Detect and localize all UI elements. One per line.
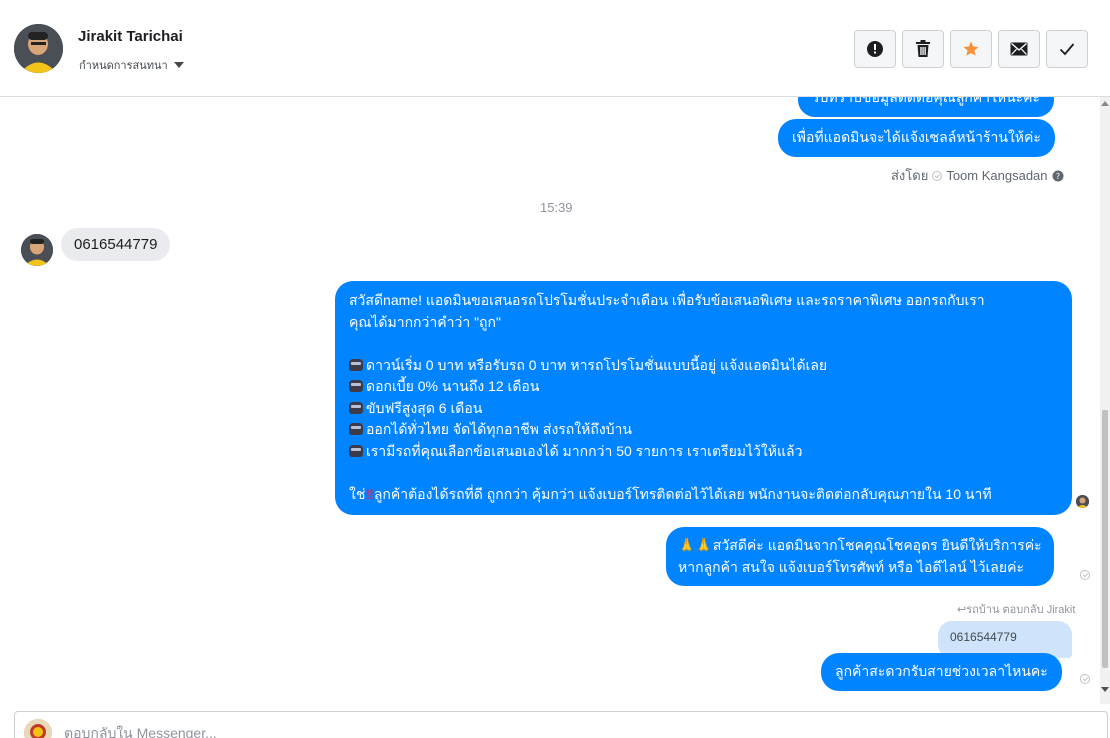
car-icon	[349, 380, 363, 392]
trash-icon	[916, 40, 930, 57]
assign-label: กำหนดการสนทนา	[79, 60, 168, 72]
promo-bullet: ดอกเบี้ย 0% นานถึง 12 เดือน	[349, 376, 1058, 398]
quoted-text: 0616544779	[950, 630, 1017, 644]
outgoing-promo-message[interactable]: สวัสดีname! แอดมินขอเสนอรถโปรโมชั่นประจำ…	[335, 281, 1072, 515]
scroll-up-arrow-icon[interactable]	[1101, 101, 1109, 106]
envelope-icon	[1010, 42, 1028, 56]
conversation-header: Jirakit Tarichai กำหนดการสนทนา	[0, 0, 1110, 97]
check-icon	[1059, 43, 1075, 56]
message-text: ลูกค้าสะดวกรับสายช่วงเวลาไหนคะ	[835, 663, 1048, 679]
mark-unread-button[interactable]	[998, 30, 1040, 68]
greeting-line: 🙏🙏สวัสดีค่ะ แอดมินจากโชคคุณโชคอุดร ยินดี…	[678, 537, 1042, 553]
incoming-message[interactable]: 0616544779	[61, 228, 171, 261]
page-avatar	[24, 719, 52, 738]
delete-button[interactable]	[902, 30, 944, 68]
timestamp: 15:39	[540, 200, 573, 215]
contact-avatar[interactable]	[14, 24, 63, 73]
car-icon	[349, 358, 363, 371]
reply-meta: ↩รถบ้าน ตอบกลับ Jirakit	[957, 604, 1076, 616]
promo-intro-line: คุณได้มากกว่าคำว่า "ถูก"	[349, 313, 501, 330]
mark-spam-button[interactable]	[854, 30, 896, 68]
seen-avatar	[1076, 495, 1089, 508]
contact-avatar-small	[21, 234, 53, 266]
promo-bullet: ขับฟรีสูงสุด 6 เดือน	[349, 398, 1058, 420]
conversation-toolbar	[854, 30, 1088, 68]
reply-input[interactable]	[64, 725, 964, 738]
greeting-line: หากลูกค้า สนใจ แจ้งเบอร์โทรศัพท์ หรือ ไอ…	[678, 558, 1024, 575]
assign-conversation-dropdown[interactable]: กำหนดการสนทนา	[79, 56, 184, 74]
promo-bullet: เรามีรถที่คุณเลือกข้อเสนอเองได้ มากกว่า …	[349, 441, 1058, 463]
sender-name: Toom Kangsadan	[946, 168, 1048, 183]
message-thread[interactable]: รับทราบข้อมูลติดต่อคุณลูกค้าให้นะคะ เพื่…	[0, 97, 1100, 704]
outgoing-message[interactable]: ลูกค้าสะดวกรับสายช่วงเวลาไหนคะ	[821, 653, 1062, 691]
mark-done-button[interactable]	[1046, 30, 1088, 68]
reply-arrow-icon: ↩	[957, 604, 967, 616]
sent-by-prefix: ส่งโดย	[891, 168, 929, 183]
verified-icon	[932, 170, 943, 181]
message-text: เพื่อที่แอดมินจะได้แจ้งเซลล์หน้าร้านให้ค…	[792, 129, 1041, 145]
car-icon	[349, 423, 363, 435]
scroll-down-arrow-icon[interactable]	[1101, 687, 1109, 692]
sent-by-meta: ส่งโดย Toom Kangsadan ?	[891, 165, 1064, 186]
help-icon[interactable]: ?	[1052, 170, 1064, 182]
chevron-down-icon	[173, 62, 184, 68]
double-exclamation-icon: ‼	[365, 485, 374, 502]
delivered-icon	[1080, 570, 1090, 580]
alert-icon	[867, 41, 883, 57]
promo-intro-line: สวัสดีname! แอดมินขอเสนอรถโปรโมชั่นประจำ…	[349, 292, 985, 308]
star-icon	[963, 41, 979, 56]
svg-text:?: ?	[1055, 172, 1059, 181]
car-icon	[349, 444, 363, 457]
star-button[interactable]	[950, 30, 992, 68]
outgoing-greeting-message[interactable]: 🙏🙏สวัสดีค่ะ แอดมินจากโชคคุณโชคอุดร ยินดี…	[666, 527, 1054, 586]
promo-bullet: ดาวน์เริ่ม 0 บาท หรือรับรถ 0 บาท หารถโปร…	[349, 355, 1058, 377]
thread-scrollbar[interactable]	[1100, 97, 1110, 704]
car-icon	[349, 401, 363, 414]
scroll-thumb[interactable]	[1102, 410, 1108, 668]
outgoing-message[interactable]: เพื่อที่แอดมินจะได้แจ้งเซลล์หน้าร้านให้ค…	[778, 119, 1055, 157]
reply-composer	[14, 711, 1108, 738]
promo-bullet: ออกได้ทั่วไทย จัดได้ทุกอาชีพ ส่งรถให้ถึง…	[349, 419, 1058, 441]
message-text: รับทราบข้อมูลติดต่อคุณลูกค้าให้นะคะ	[812, 97, 1041, 105]
delivered-icon	[1080, 674, 1090, 684]
pray-icon: 🙏🙏	[678, 537, 713, 553]
outgoing-message[interactable]: รับทราบข้อมูลติดต่อคุณลูกค้าให้นะคะ	[798, 97, 1055, 117]
contact-name[interactable]: Jirakit Tarichai	[78, 28, 183, 45]
message-text: 0616544779	[74, 236, 158, 253]
promo-closing: ใช่‼ลูกค้าต้องได้รถที่ดี ถูกกว่า คุ้มกว่…	[349, 485, 992, 502]
